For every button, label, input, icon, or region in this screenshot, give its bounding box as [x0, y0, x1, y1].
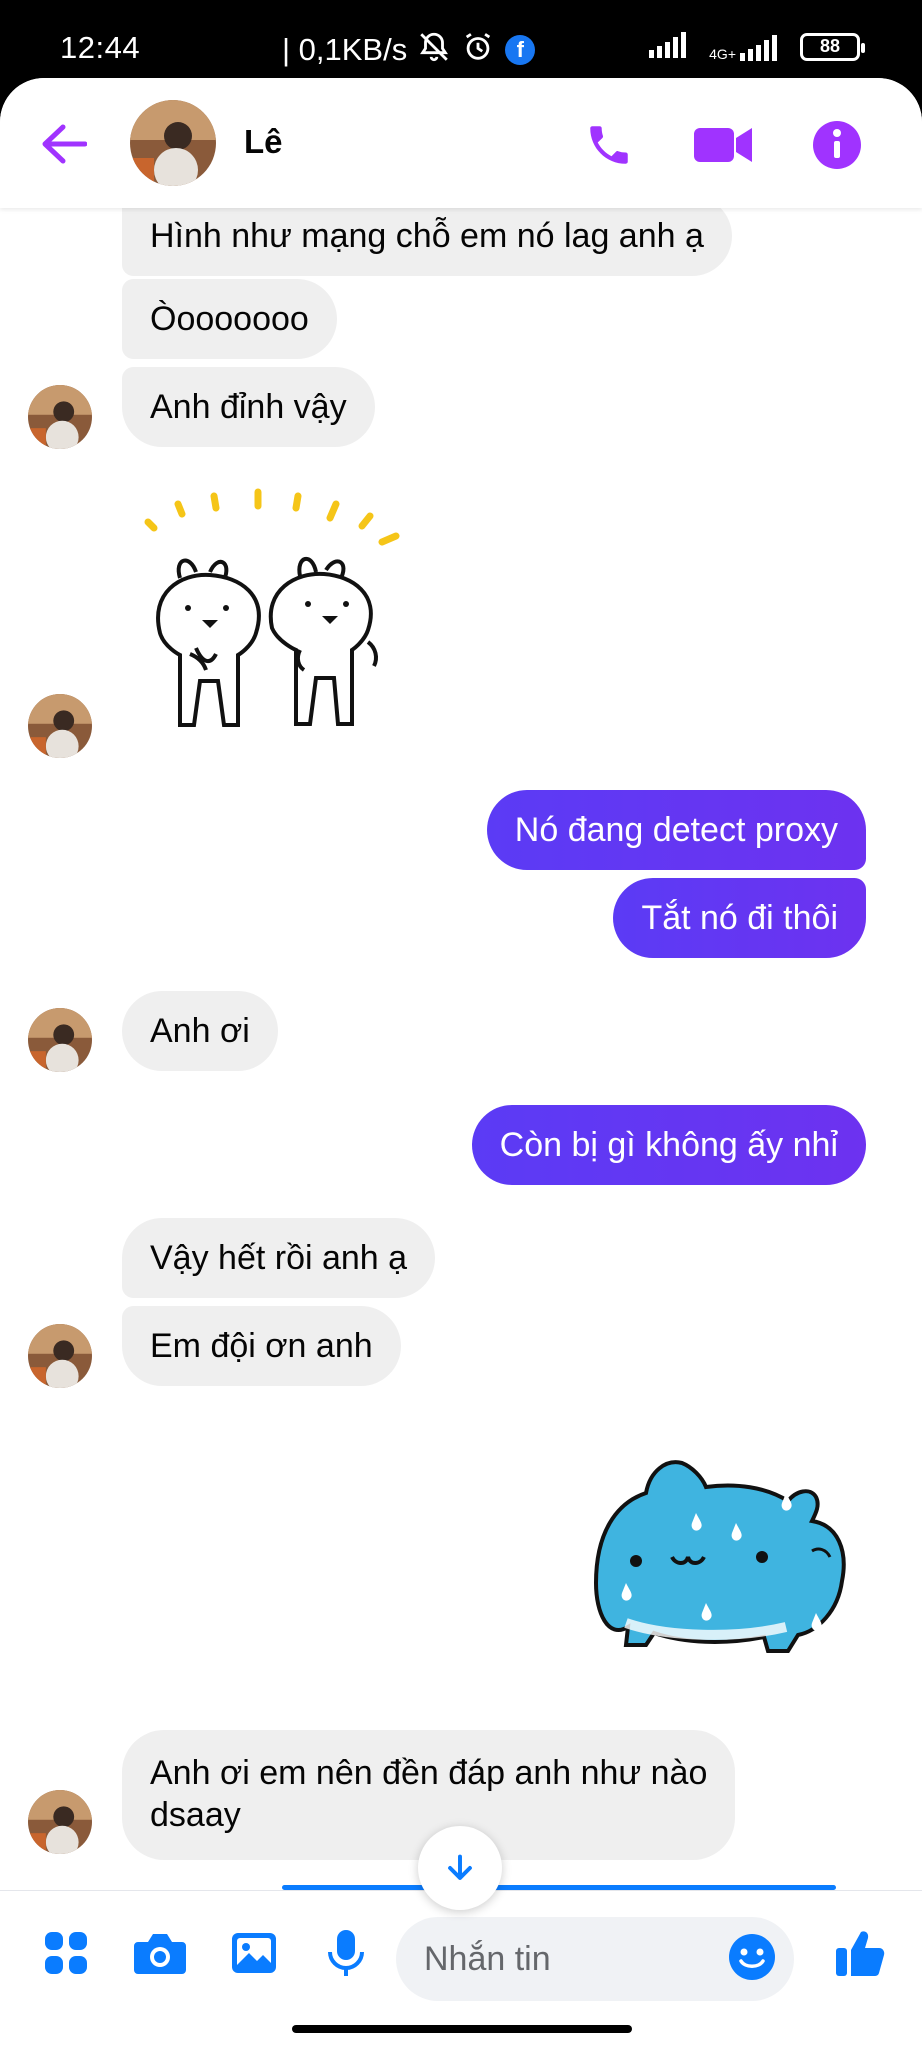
mute-bell-icon [417, 30, 451, 69]
message-bubble-outgoing[interactable]: Còn bị gì không ấy nhỉ [471, 1105, 866, 1185]
message-text-line: Anh ơi em nên đền đáp anh như nào [150, 1754, 708, 1792]
smiley-icon [729, 1934, 775, 1980]
sender-avatar[interactable] [28, 694, 92, 758]
voice-message-button[interactable] [316, 1923, 376, 1983]
message-text: Nó đang detect proxy [514, 811, 838, 849]
message-bubble-incoming[interactable]: Òooooooo [122, 279, 337, 359]
message-text: Vậy hết rồi anh ạ [150, 1239, 408, 1277]
message-text: Hình như mạng chỗ em nó lag anh ạ [150, 217, 704, 255]
arrow-down-icon [448, 1854, 472, 1880]
video-call-button[interactable] [694, 116, 752, 174]
info-icon [813, 121, 861, 169]
emoji-button[interactable] [722, 1927, 782, 1987]
message-bubble-incoming[interactable]: Vậy hết rồi anh ạ [122, 1218, 436, 1298]
camera-button[interactable] [130, 1923, 190, 1983]
message-bubble-outgoing[interactable]: Nó đang detect proxy [486, 790, 866, 870]
battery-level: 88 [819, 36, 841, 56]
thumbs-up-icon [836, 1931, 885, 1976]
microphone-icon [328, 1930, 364, 1976]
facebook-notification-icon: f [505, 34, 536, 65]
messenger-app: Lê Hình như mạng chỗ em nó lag anh ạ Òoo… [0, 78, 922, 2048]
status-bar: 12:44 | 0,1KB/s f 4G+ 88 [0, 0, 922, 80]
camera-icon [134, 1934, 186, 1974]
video-camera-icon [694, 128, 752, 162]
network-type-label: 4G+ [709, 45, 736, 62]
more-actions-button[interactable] [36, 1923, 96, 1983]
message-text: Tắt nó đi thôi [641, 899, 838, 937]
two-rabbits-sticker[interactable] [130, 478, 410, 758]
signal-icon [649, 30, 693, 63]
info-button[interactable] [808, 116, 866, 174]
chat-header: Lê [0, 78, 922, 208]
message-bubble-incoming[interactable]: Em đội ơn anh [122, 1306, 401, 1386]
message-bubble-outgoing[interactable]: Tắt nó đi thôi [613, 878, 866, 958]
status-left-icons: | 0,1KB/s f [282, 30, 536, 69]
message-text: Anh đỉnh vậy [150, 388, 347, 426]
image-icon [232, 1933, 276, 1973]
gallery-button[interactable] [224, 1923, 284, 1983]
home-indicator[interactable] [292, 2025, 632, 2033]
scroll-to-bottom-button[interactable] [418, 1826, 502, 1910]
message-text-line: dsaay [150, 1796, 241, 1834]
back-button[interactable] [38, 118, 90, 170]
sender-avatar[interactable] [28, 1324, 92, 1388]
sender-avatar[interactable] [28, 385, 92, 449]
message-text: Còn bị gì không ấy nhỉ [499, 1126, 838, 1164]
network-speed: | 0,1KB/s [282, 31, 408, 67]
status-time: 12:44 [60, 30, 141, 65]
message-text: Òooooooo [150, 300, 309, 338]
arrow-left-icon [42, 124, 87, 164]
sender-avatar[interactable] [28, 1008, 92, 1072]
like-button[interactable] [830, 1923, 890, 1983]
message-text: Em đội ơn anh [150, 1327, 373, 1365]
message-bubble-incoming[interactable]: Hình như mạng chỗ em nó lag anh ạ [122, 196, 732, 276]
message-bubble-incoming[interactable]: Anh đỉnh vậy [122, 367, 375, 447]
voice-call-button[interactable] [580, 116, 638, 174]
status-right-icons: 4G+ 88 [649, 30, 865, 63]
four-dots-icon [45, 1932, 87, 1974]
message-bubble-incoming[interactable]: Anh ơi [122, 991, 278, 1071]
avatar[interactable] [130, 100, 216, 186]
signal-4g-icon: 4G+ [709, 33, 784, 61]
message-text: Anh ơi [150, 1012, 250, 1050]
contact-name[interactable]: Lê [244, 123, 283, 161]
blue-cat-sweating-sticker[interactable] [586, 1453, 866, 1673]
phone-icon [590, 126, 628, 164]
sender-avatar[interactable] [28, 1790, 92, 1854]
battery-icon: 88 [800, 32, 865, 61]
alarm-clock-icon [461, 30, 495, 69]
